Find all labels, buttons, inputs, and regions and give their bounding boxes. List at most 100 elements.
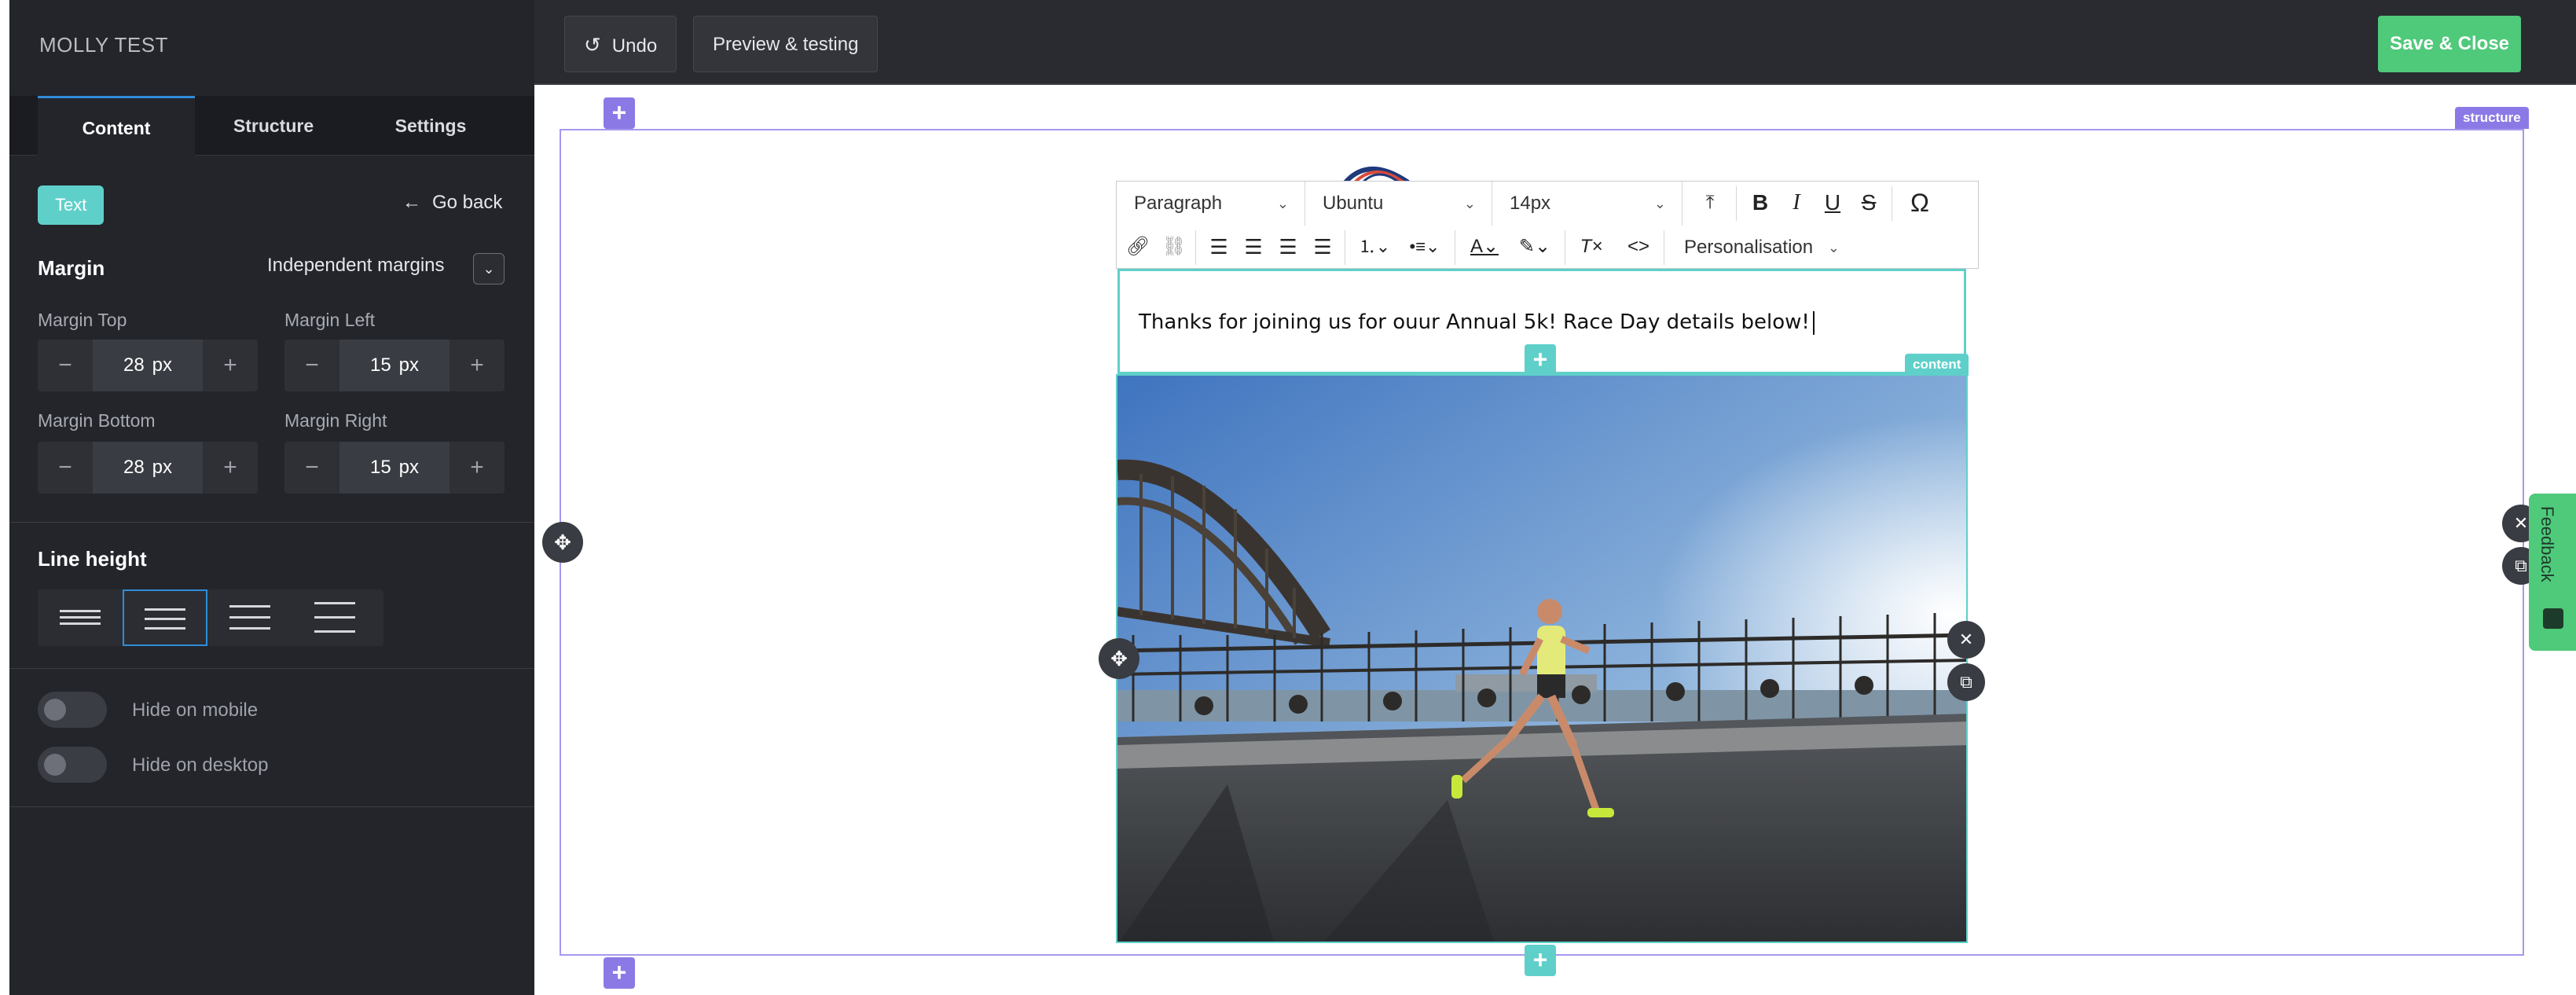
margin-right-increment[interactable]: + [450,442,505,494]
tab-content[interactable]: Content [38,96,195,156]
font-value: Ubuntu [1323,193,1384,214]
clear-format-icon[interactable]: T× [1569,226,1613,268]
margin-top-increment[interactable]: + [203,340,258,391]
move-structure-icon[interactable]: ✥ [542,522,583,563]
independent-margins-label: Independent margins [267,255,445,276]
margin-left-input[interactable]: 15 px [339,340,450,391]
hide-desktop-toggle[interactable] [38,747,107,783]
logo-image [1338,156,1424,182]
align-right-icon[interactable]: ☰ [1271,226,1305,268]
undo-label: Undo [611,35,658,57]
feedback-label: Feedback [2537,506,2557,582]
margin-right-stepper: − 15 px + [284,442,505,494]
feedback-icon [2543,608,2563,629]
highlight-icon[interactable]: ✎⌄ [1510,226,1560,268]
margin-right-label: Margin Right [284,410,387,431]
left-edge [0,0,9,995]
margin-top-value: 28 [123,354,145,376]
font-size-select[interactable]: 14px ⌄ [1492,182,1682,226]
unlink-icon[interactable]: ⛓︎ [1156,226,1192,268]
feedback-tab[interactable]: Feedback [2529,494,2576,651]
top-toolbar: ↺ Undo Preview & testing [534,0,2576,85]
align-left-icon[interactable]: ☰ [1202,226,1236,268]
text-color-icon[interactable]: A⌄ [1459,226,1510,268]
strikethrough-icon[interactable]: S [1851,182,1887,224]
go-back-label: Go back [432,192,503,213]
hide-desktop-label: Hide on desktop [132,755,269,776]
delete-content-icon[interactable]: ✕ [1947,621,1985,659]
align-justify-icon[interactable]: ☰ [1305,226,1340,268]
block-type-badge: Text [38,185,105,225]
margin-bottom-stepper: − 28 px + [38,442,258,494]
source-code-icon[interactable]: <> [1616,226,1660,268]
content-text-value: Thanks for joining us for ouur Annual 5k… [1139,310,1810,334]
hide-mobile-label: Hide on mobile [132,699,259,721]
font-size-value: 14px [1510,193,1551,214]
underline-icon[interactable]: U [1815,182,1851,224]
margin-top-decrement[interactable]: − [38,340,93,391]
margin-top-input[interactable]: 28 px [93,340,203,391]
line-height-loose[interactable] [292,589,377,646]
margin-left-value: 15 [369,354,391,376]
arrow-left-icon: ← [402,192,421,213]
duplicate-content-icon[interactable]: ⧉ [1947,663,1985,701]
line-height-normal[interactable] [123,589,207,646]
margin-left-decrement[interactable]: − [284,340,339,391]
section-divider [9,522,534,523]
bold-icon[interactable]: B [1742,182,1778,224]
bullet-list-icon[interactable]: •≡⌄ [1400,226,1450,268]
sidebar: MOLLY TEST Content Structure Settings Te… [9,0,534,995]
numbered-list-icon[interactable]: ⒈⌄ [1349,226,1400,268]
preview-testing-button[interactable]: Preview & testing [693,16,879,72]
line-height-relaxed[interactable] [207,589,292,646]
hide-mobile-toggle[interactable] [38,692,107,728]
margin-bottom-input[interactable]: 28 px [93,442,203,494]
upload-icon[interactable]: ⤒ [1690,182,1730,224]
margin-bottom-unit: px [152,457,173,478]
margin-right-value: 15 [369,457,391,478]
project-title: MOLLY TEST [39,33,168,57]
special-char-icon[interactable]: Ω [1898,182,1942,224]
margin-left-label: Margin Left [284,310,376,330]
runner-photo[interactable] [1116,374,1968,943]
link-icon[interactable]: 🔗︎ [1120,226,1156,268]
add-row-above-button[interactable]: + [604,97,635,129]
undo-icon: ↺ [584,33,601,57]
move-content-icon[interactable]: ✥ [1099,638,1139,679]
line-height-heading: Line height [38,547,147,571]
chevron-down-icon: ⌄ [1827,240,1840,255]
tab-settings[interactable]: Settings [352,96,509,156]
line-height-compact[interactable] [38,589,123,646]
structure-tag: structure [2455,107,2529,129]
chevron-down-icon: ⌄ [483,261,495,277]
margin-left-stepper: − 15 px + [284,340,505,391]
italic-icon[interactable]: I [1778,182,1815,224]
margin-right-input[interactable]: 15 px [339,442,450,494]
content-tag: content [1905,354,1969,376]
tab-structure[interactable]: Structure [195,96,352,156]
personalisation-value: Personalisation [1684,237,1814,258]
margin-right-decrement[interactable]: − [284,442,339,494]
format-select[interactable]: Paragraph ⌄ [1117,182,1305,226]
go-back-link[interactable]: ← Go back [402,192,502,214]
add-content-between-button[interactable]: + [1525,344,1556,376]
section-divider [9,806,534,807]
align-center-icon[interactable]: ☰ [1236,226,1271,268]
margin-bottom-increment[interactable]: + [203,442,258,494]
font-select[interactable]: Ubuntu ⌄ [1305,182,1492,226]
add-row-below-button[interactable]: + [604,957,635,989]
independent-margins-toggle[interactable]: ⌄ [473,253,505,285]
add-content-below-button[interactable]: + [1525,945,1556,976]
margin-left-increment[interactable]: + [450,340,505,391]
chevron-down-icon: ⌄ [1653,196,1666,211]
margin-left-unit: px [398,354,420,376]
margin-top-label: Margin Top [38,310,127,330]
margin-bottom-decrement[interactable]: − [38,442,93,494]
undo-button[interactable]: ↺ Undo [564,16,677,72]
chevron-down-icon: ⌄ [1276,196,1289,211]
margin-right-unit: px [398,457,420,478]
personalisation-select[interactable]: Personalisation ⌄ [1667,226,1855,270]
content-text[interactable]: Thanks for joining us for ouur Annual 5k… [1139,310,1815,335]
save-close-button[interactable]: Save & Close [2378,16,2521,72]
chevron-down-icon: ⌄ [1463,196,1476,211]
